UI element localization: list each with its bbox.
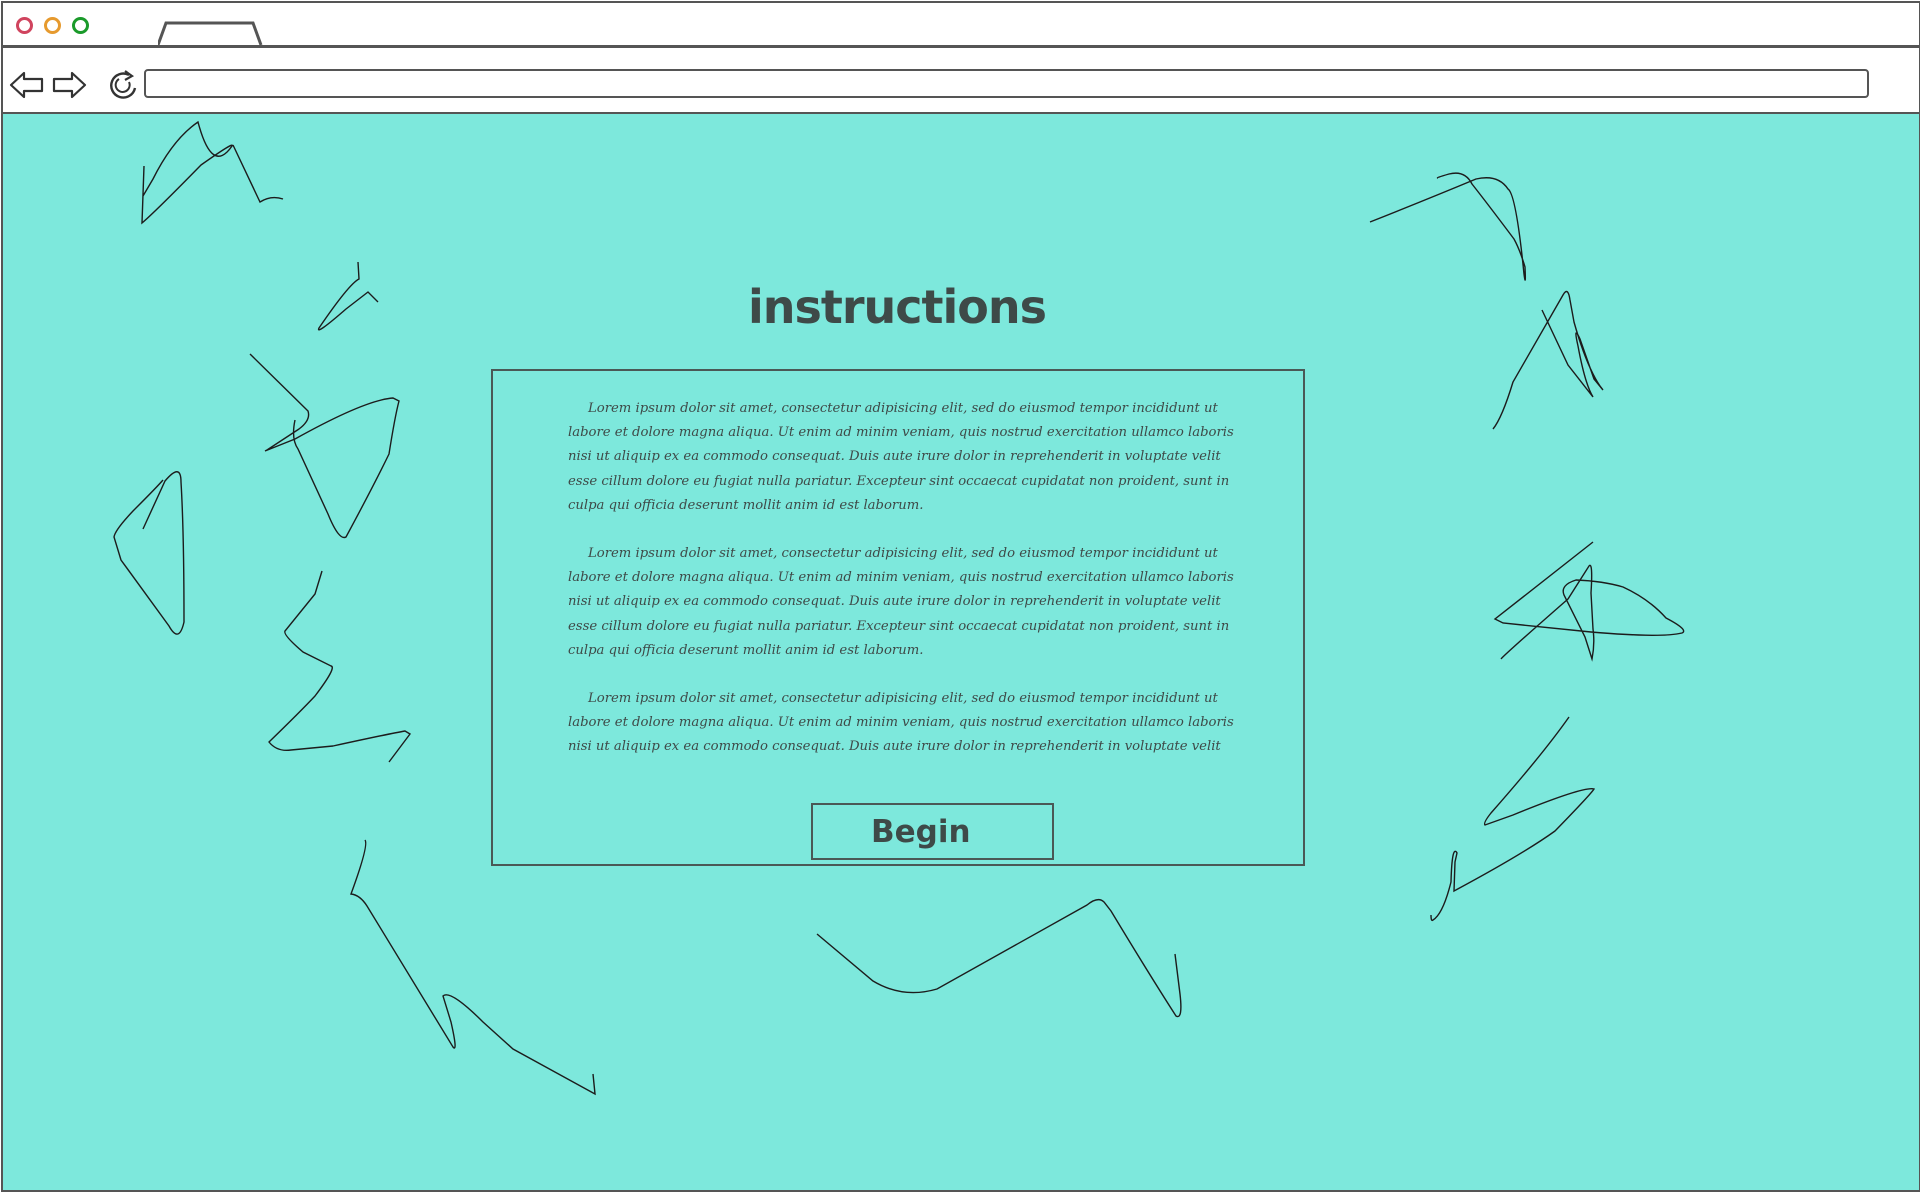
begin-button[interactable]: Begin: [811, 803, 1054, 860]
forward-arrow-icon[interactable]: [51, 68, 87, 102]
browser-titlebar: [3, 3, 1919, 48]
reload-icon[interactable]: [107, 68, 143, 102]
browser-tab[interactable]: [158, 21, 263, 46]
browser-window: instructions Lorem ipsum dolor sit amet,…: [1, 1, 1920, 1192]
close-window-button[interactable]: [16, 17, 33, 34]
instruction-paragraph: Lorem ipsum dolor sit amet, consectetur …: [568, 691, 1234, 755]
address-bar[interactable]: [144, 69, 1869, 98]
instruction-paragraph: Lorem ipsum dolor sit amet, consectetur …: [568, 546, 1234, 658]
browser-navbar: [3, 48, 1919, 114]
back-arrow-icon[interactable]: [9, 68, 45, 102]
page-title: instructions: [747, 280, 1047, 334]
page-content: instructions Lorem ipsum dolor sit amet,…: [3, 114, 1919, 1190]
instructions-panel: Lorem ipsum dolor sit amet, consectetur …: [491, 369, 1305, 866]
minimize-window-button[interactable]: [44, 17, 61, 34]
maximize-window-button[interactable]: [72, 17, 89, 34]
instruction-paragraph: Lorem ipsum dolor sit amet, consectetur …: [568, 401, 1234, 513]
